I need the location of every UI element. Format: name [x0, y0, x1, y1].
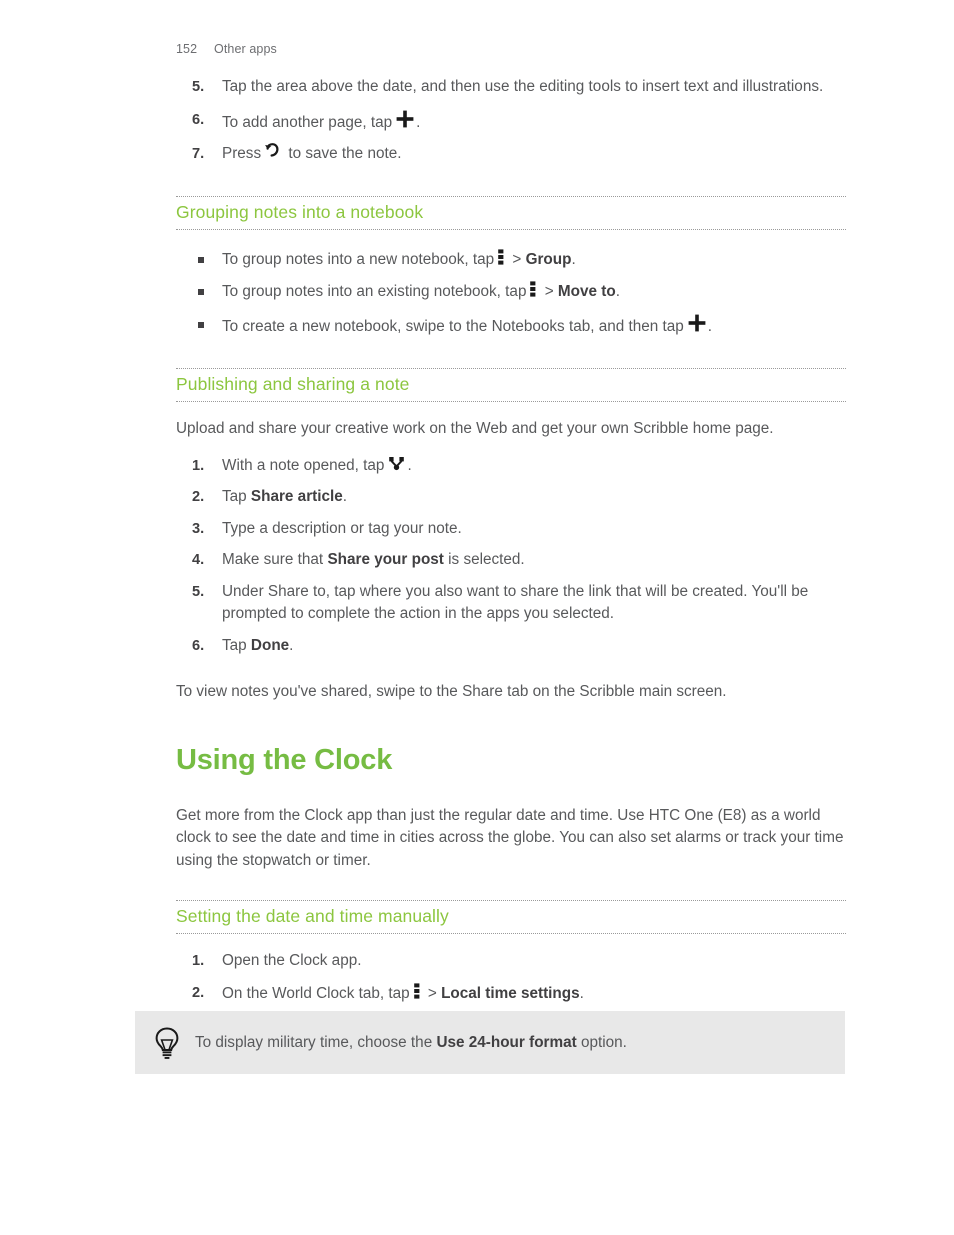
step-text-tail: . [416, 113, 421, 131]
bullet-separator: > [544, 283, 554, 300]
publishing-closing-paragraph: To view notes you've shared, swipe to th… [176, 683, 727, 700]
step-marker: 7. [192, 146, 205, 162]
section-heading-grouping: Grouping notes into a notebook [176, 195, 846, 230]
step-text-tail: is selected. [448, 551, 525, 568]
step-marker: 6. [192, 637, 205, 654]
tip-text: To display military time, choose the Use… [195, 1032, 831, 1054]
step-marker: 5. [192, 79, 205, 95]
step-bold-term: Share article [250, 488, 343, 505]
bullet-text: To group notes into an existing notebook… [222, 283, 527, 300]
bullet-text: To group notes into a new notebook, tap [222, 250, 495, 268]
bullet-text-tail: . [615, 283, 620, 300]
bullet-marker [198, 256, 204, 263]
scribble-steps-list: 5. Tap the area above the date, and then… [176, 76, 846, 166]
step-bold-term: Local time settings [441, 984, 580, 1002]
step-marker: 1. [192, 457, 205, 474]
tip-callout-box: To display military time, choose the Use… [135, 1011, 845, 1074]
document-page: 152 Other apps 5. Tap the area above the … [0, 0, 954, 1235]
step-text: With a note opened, tap [222, 456, 385, 474]
publishing-steps-list: 1. With a note opened, tap. 2. Tap Share… [176, 455, 846, 658]
clock-intro-paragraph: Get more from the Clock app than just th… [176, 806, 844, 869]
step-marker: 2. [192, 489, 205, 505]
bullet-marker [198, 321, 204, 328]
bullet-bold-term: Move to [557, 283, 616, 300]
step-marker: 3. [192, 520, 205, 537]
list-item: 1. Open the Clock app. [176, 950, 846, 973]
list-item: 2. On the World Clock tab, tap > Local t… [176, 982, 846, 1006]
overflow-menu-icon [497, 248, 505, 266]
step-marker: 1. [192, 953, 205, 969]
step-bold-term: Share your post [327, 551, 444, 568]
list-item: 5. Tap the area above the date, and then… [176, 76, 846, 99]
plus-icon [687, 313, 707, 333]
step-bold-term: Done [250, 636, 290, 654]
step-text: To add another page, tap [222, 113, 393, 131]
step-text: Press [222, 145, 262, 162]
step-separator: > [427, 984, 437, 1002]
step-text: Open the Clock app. [222, 952, 362, 969]
tip-text-after: option. [580, 1034, 627, 1051]
bullet-text-tail: . [707, 317, 713, 335]
list-item: 2. Tap Share article. [176, 486, 846, 509]
header-section-title: Other apps [214, 42, 277, 56]
step-text: On the World Clock tab, tap [222, 984, 410, 1002]
list-item: To group notes into a new notebook, tap … [176, 248, 846, 272]
step-text: Make sure that [222, 551, 324, 568]
page-number: 152 [176, 42, 198, 56]
lightbulb-icon [151, 1026, 183, 1060]
step-text: Under Share to, tap where you also want … [222, 582, 809, 623]
section-heading-setting-date-time: Setting the date and time manually [176, 900, 846, 934]
step-marker: 6. [192, 111, 205, 128]
bullet-bold-term: Group [525, 250, 572, 268]
step-marker: 2. [192, 984, 205, 1001]
section-heading-publishing: Publishing and sharing a note [176, 368, 846, 402]
bullet-text: To create a new notebook, swipe to the N… [222, 317, 684, 335]
grouping-bullets-list: To group notes into a new notebook, tap … [176, 248, 846, 339]
step-text-tail: . [579, 984, 584, 1002]
bullet-separator: > [512, 250, 522, 268]
back-arrow-icon [264, 143, 281, 160]
list-item: 3. Type a description or tag your note. [176, 518, 846, 541]
step-marker: 5. [192, 583, 205, 600]
step-text: Tap [222, 636, 247, 654]
list-item: To create a new notebook, swipe to the N… [176, 313, 846, 339]
list-item: 6. Tap Done. [176, 635, 846, 658]
page-title: Using the Clock [176, 743, 393, 776]
step-marker: 4. [192, 552, 205, 568]
publishing-intro-paragraph: Upload and share your creative work on t… [176, 420, 774, 437]
bullet-marker [198, 289, 204, 295]
list-item: 1. With a note opened, tap. [176, 455, 846, 478]
list-item: 5. Under Share to, tap where you also wa… [176, 581, 846, 626]
running-header: 152 Other apps [176, 42, 277, 56]
list-item: To group notes into an existing notebook… [176, 280, 846, 304]
list-item: 6. To add another page, tap. [176, 109, 846, 135]
tip-text-before: To display military time, choose the [195, 1034, 433, 1051]
page-content: 5. Tap the area above the date, and then… [176, 76, 846, 1059]
step-text: Type a description or tag your note. [222, 519, 462, 537]
list-item: 7. Press to save the note. [176, 143, 846, 166]
step-text: Tap the area above the date, and then us… [222, 78, 824, 95]
step-text: Tap [222, 488, 247, 505]
tip-bold-term: Use 24-hour format [436, 1034, 577, 1051]
step-text-tail: to save the note. [288, 145, 402, 162]
step-text-tail: . [342, 488, 348, 505]
overflow-menu-icon [529, 280, 537, 298]
overflow-menu-icon [413, 982, 421, 1000]
bullet-text-tail: . [571, 250, 576, 268]
plus-icon [395, 109, 415, 129]
list-item: 4. Make sure that Share your post is sel… [176, 549, 846, 572]
step-text-tail: . [407, 456, 412, 474]
share-icon [388, 455, 405, 472]
step-text-tail: . [289, 636, 294, 654]
